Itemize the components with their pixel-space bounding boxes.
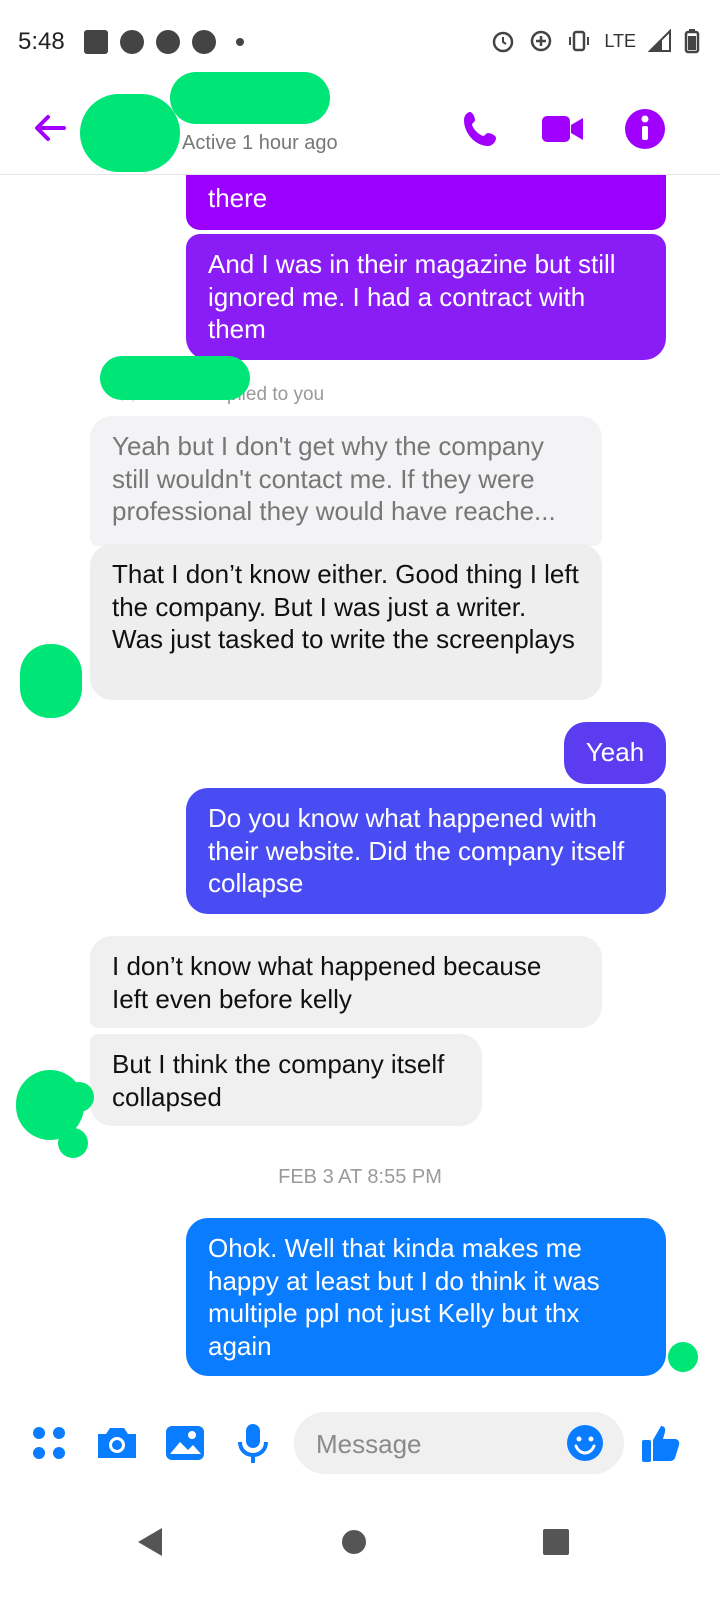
thumbs-up-icon[interactable] [638,1420,684,1466]
signal-icon [648,29,671,52]
replier-name-redaction [100,356,250,400]
incoming-message-3[interactable]: But I think the company itself collapsed [90,1034,482,1126]
battery-icon [684,29,700,54]
data-saver-icon [531,30,552,52]
conversation-header: Active 1 hour ago [0,72,720,175]
name-redaction [170,72,330,124]
camera-icon[interactable] [94,1420,140,1466]
outgoing-message-3[interactable]: Yeah [564,722,666,784]
system-icons: LTE [490,28,700,54]
back-arrow-icon[interactable] [30,108,70,148]
apps-icon[interactable] [26,1420,72,1466]
nav-back-icon[interactable] [132,1522,172,1562]
gallery-icon[interactable] [162,1420,208,1466]
active-status: Active 1 hour ago [182,132,338,154]
phone-icon[interactable] [458,106,504,152]
date-separator: FEB 3 AT 8:55 PM [278,1166,442,1188]
messenger-icon [192,30,216,54]
outgoing-message-2[interactable]: And I was in their magazine but still ig… [186,234,666,360]
seen-avatar-redaction [668,1342,698,1372]
composer-bar [0,1400,720,1490]
incoming-message-1[interactable]: That I don’t know either. Good thing I l… [90,544,602,700]
messenger-icon [156,30,180,54]
outgoing-message-4[interactable]: Do you know what happened with their web… [186,788,666,914]
more-notifications-icon [236,38,244,46]
quoted-message[interactable]: Yeah but I don't get why the company sti… [90,416,602,546]
info-icon[interactable] [622,106,668,152]
alarm-icon [493,31,514,53]
sender-avatar-redaction [20,644,82,718]
message-icon [84,30,108,54]
message-input[interactable] [314,1412,568,1476]
network-type: LTE [604,30,636,51]
nav-recents-icon[interactable] [536,1522,576,1562]
vibrate-icon [569,30,590,52]
sender-avatar-redaction-2 [64,1082,94,1112]
message-field [294,1412,624,1476]
sender-avatar-redaction-3 [58,1128,88,1158]
system-nav-bar [0,1490,720,1600]
nav-home-icon[interactable] [334,1522,374,1562]
video-icon[interactable] [540,106,586,152]
mic-icon[interactable] [230,1420,276,1466]
avatar-redaction[interactable] [80,94,180,172]
status-time: 5:48 [18,28,65,55]
messenger-icon [120,30,144,54]
notification-icons [84,30,244,54]
status-bar: 5:48 LTE [0,0,720,88]
emoji-icon[interactable] [564,1422,606,1464]
outgoing-message-5[interactable]: Ohok. Well that kinda makes me happy at … [186,1218,666,1376]
incoming-message-2[interactable]: I don’t know what happened because Ieft … [90,936,602,1028]
